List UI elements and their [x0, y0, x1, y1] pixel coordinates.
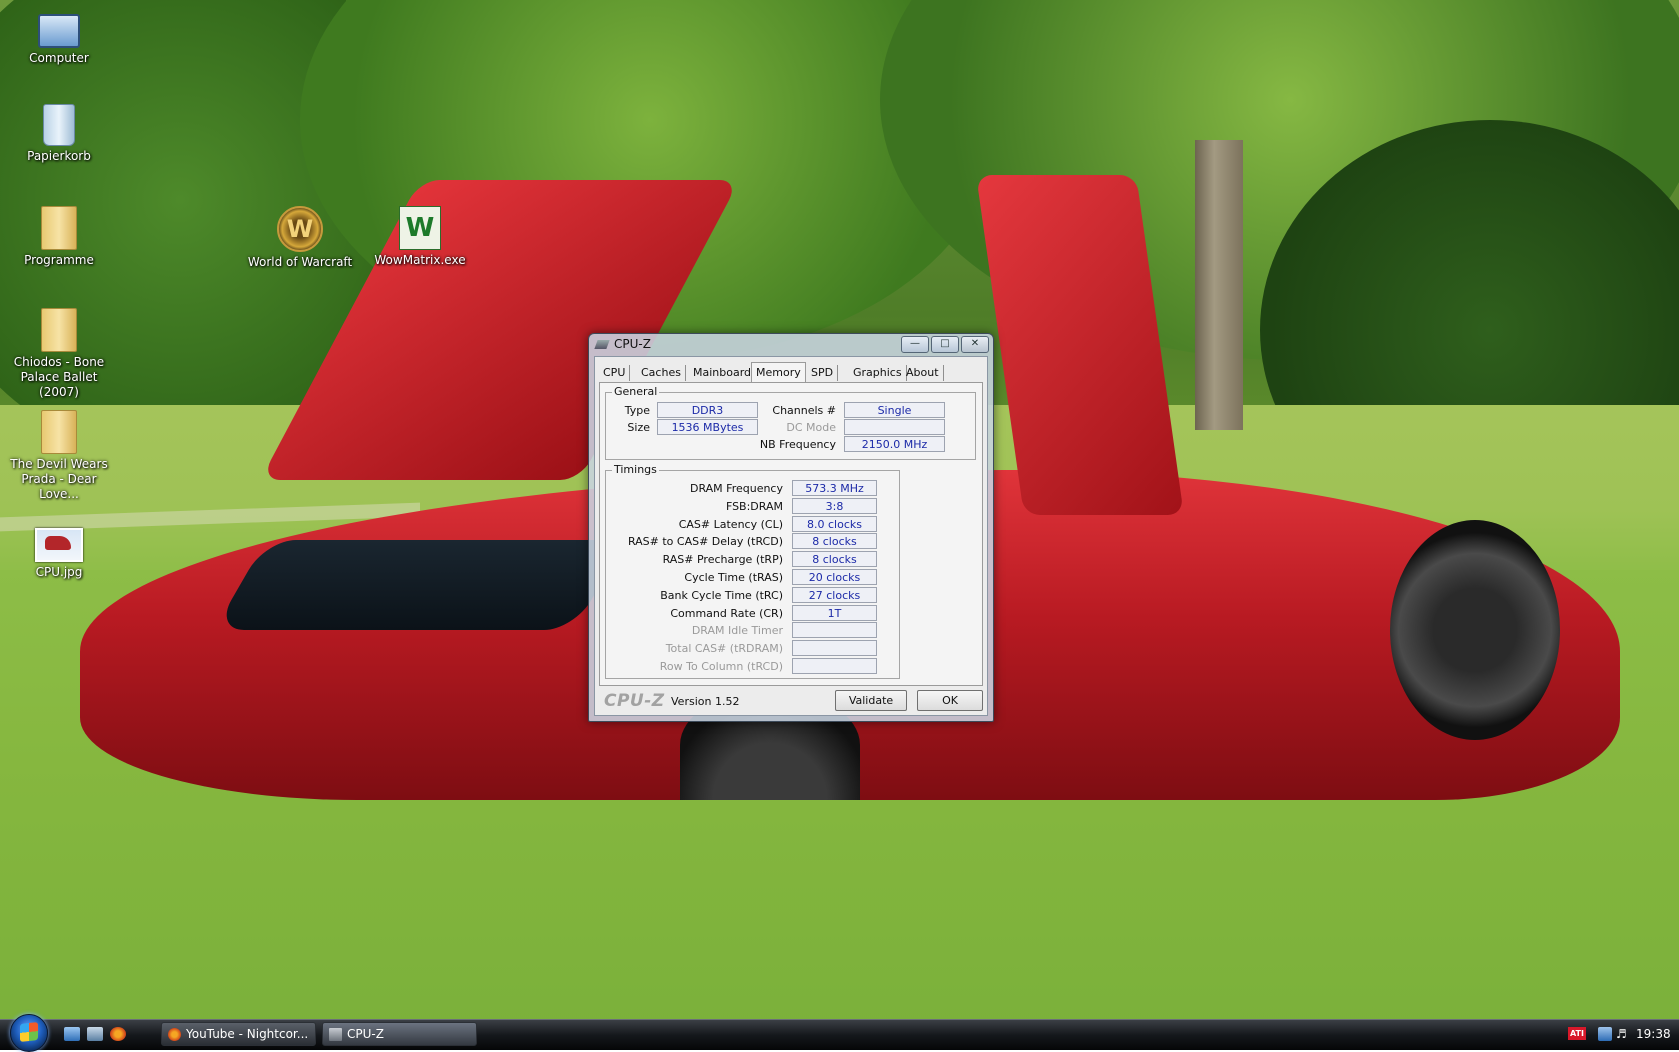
maximize-button[interactable]: □: [931, 336, 959, 353]
ati-tray-icon[interactable]: ATI: [1568, 1027, 1586, 1040]
timing-label: FSB:DRAM: [725, 499, 783, 513]
dc-mode-label: DC Mode: [786, 421, 836, 434]
window-title: CPU-Z: [614, 337, 651, 351]
windows-logo-icon: [20, 1022, 38, 1042]
recycle-bin-icon: [43, 104, 75, 146]
tab-about[interactable]: About: [902, 365, 944, 381]
desktop-icon-label: World of Warcraft: [247, 255, 353, 269]
type-label: Type: [624, 404, 650, 417]
tab-cpu[interactable]: CPU: [599, 365, 631, 381]
desktop-icon-label: WowMatrix.exe: [374, 253, 466, 267]
ok-button[interactable]: OK: [917, 690, 983, 711]
desktop-icon-label: CPU.jpg: [35, 565, 83, 579]
timing-value: 1T: [792, 604, 877, 621]
timing-label: Total CAS# (tRDRAM): [665, 642, 783, 656]
channels-value: Single: [844, 402, 945, 418]
desktop-icon-chiodos-folder[interactable]: Chiodos - Bone Palace Ballet (2007): [4, 308, 114, 400]
cpuz-app-icon: [594, 340, 610, 349]
volume-icon[interactable]: ♬: [1616, 1027, 1630, 1041]
folder-icon: [41, 206, 77, 250]
timings-group-title: Timings: [612, 463, 659, 476]
desktop-icon-world-of-warcraft[interactable]: W World of Warcraft: [245, 206, 355, 270]
taskbar-item-label: CPU-Z: [347, 1027, 384, 1041]
nb-frequency-value: 2150.0 MHz: [844, 436, 945, 452]
window-titlebar[interactable]: CPU-Z — □ ✕: [589, 334, 993, 356]
tab-graphics[interactable]: Graphics: [849, 365, 907, 381]
type-value: DDR3: [657, 402, 758, 418]
switch-windows-icon[interactable]: [87, 1027, 103, 1041]
desktop-icon-wowmatrix[interactable]: W WowMatrix.exe: [365, 206, 475, 268]
show-desktop-icon[interactable]: [64, 1027, 80, 1041]
cpuz-icon: [329, 1028, 342, 1041]
channels-label: Channels #: [772, 404, 836, 417]
size-value: 1536 MBytes: [657, 419, 758, 435]
timing-value: [792, 622, 877, 639]
computer-icon: [38, 14, 80, 48]
timing-label: DRAM Idle Timer: [691, 624, 783, 638]
desktop-icon-label: Chiodos - Bone Palace Ballet (2007): [13, 355, 105, 399]
tab-spd[interactable]: SPD: [807, 365, 839, 381]
timing-value: 573.3 MHz: [792, 480, 877, 496]
general-group-title: General: [612, 385, 660, 398]
desktop-icon-label: Computer: [29, 51, 89, 65]
timing-value: [792, 658, 877, 674]
folder-icon: [41, 410, 77, 454]
image-file-icon: [35, 528, 83, 562]
timing-label: RAS# to CAS# Delay (tRCD): [627, 535, 783, 549]
general-group: General Type DDR3 Size 1536 MBytes Chann…: [605, 385, 976, 460]
tab-memory[interactable]: Memory: [751, 362, 806, 383]
taskbar-item-youtube-firefox[interactable]: YouTube - Nightcor...: [161, 1022, 316, 1046]
timing-label: Cycle Time (tRAS): [684, 571, 783, 584]
timings-group: Timings DRAM Frequency 573.3 MHz FSB:DRAM 3…: [605, 463, 900, 679]
version-text: Version 1.52: [671, 695, 740, 708]
timing-label: Command Rate (CR): [670, 606, 783, 620]
timing-value: 20 clocks: [792, 569, 877, 585]
desktop-icon-computer[interactable]: Computer: [4, 6, 114, 66]
timing-value: 27 clocks: [792, 586, 877, 603]
desktop-icon-programme[interactable]: Programme: [4, 206, 114, 268]
firefox-icon: [168, 1028, 181, 1041]
desktop-icon-label: Programme: [24, 253, 94, 267]
tab-mainboard[interactable]: Mainboard: [689, 365, 757, 381]
wowmatrix-icon: W: [399, 206, 441, 250]
taskbar-item-label: YouTube - Nightcor...: [186, 1027, 309, 1041]
desktop-icon-cpu-jpg[interactable]: CPU.jpg: [4, 520, 114, 580]
folder-icon: [41, 308, 77, 352]
timing-label: CAS# Latency (CL): [678, 517, 783, 531]
taskbar-clock[interactable]: 19:38: [1636, 1027, 1671, 1041]
size-label: Size: [627, 421, 650, 434]
timing-label: Row To Column (tRCD): [659, 660, 783, 673]
cpuz-logo: CPU-Z: [604, 691, 665, 711]
desktop-icon-label: The Devil Wears Prada - Dear Love...: [10, 457, 108, 501]
timing-value: 8 clocks: [792, 533, 877, 550]
cpuz-window[interactable]: CPU-Z — □ ✕ CPU Caches Mainboard Memory …: [588, 333, 994, 722]
timing-label: RAS# Precharge (tRP): [662, 553, 783, 567]
window-client-area: CPU Caches Mainboard Memory SPD Graphics…: [594, 356, 988, 716]
desktop-icon-devil-wears-prada-folder[interactable]: The Devil Wears Prada - Dear Love...: [4, 410, 114, 502]
start-button[interactable]: [10, 1014, 48, 1052]
timing-label: DRAM Frequency: [689, 482, 783, 495]
desktop-icon-label: Papierkorb: [27, 149, 91, 163]
minimize-button[interactable]: —: [901, 336, 929, 353]
timing-value: 3:8: [792, 497, 877, 514]
network-icon[interactable]: [1598, 1027, 1612, 1041]
timing-value: [792, 640, 877, 657]
firefox-quicklaunch-icon[interactable]: [110, 1027, 126, 1041]
taskbar-item-cpuz[interactable]: CPU-Z: [322, 1022, 477, 1046]
timing-value: 8.0 clocks: [792, 515, 877, 532]
timing-label: Bank Cycle Time (tRC): [660, 588, 783, 602]
dc-mode-value: [844, 419, 945, 435]
tab-caches[interactable]: Caches: [637, 365, 686, 381]
memory-tab-panel: General Type DDR3 Size 1536 MBytes Chann…: [599, 382, 983, 686]
validate-button[interactable]: Validate: [835, 690, 907, 711]
nb-frequency-label: NB Frequency: [759, 438, 836, 451]
world-of-warcraft-icon: W: [277, 206, 323, 252]
desktop-icon-recycle-bin[interactable]: Papierkorb: [4, 104, 114, 164]
timing-value: 8 clocks: [792, 551, 877, 568]
close-button[interactable]: ✕: [961, 336, 989, 353]
